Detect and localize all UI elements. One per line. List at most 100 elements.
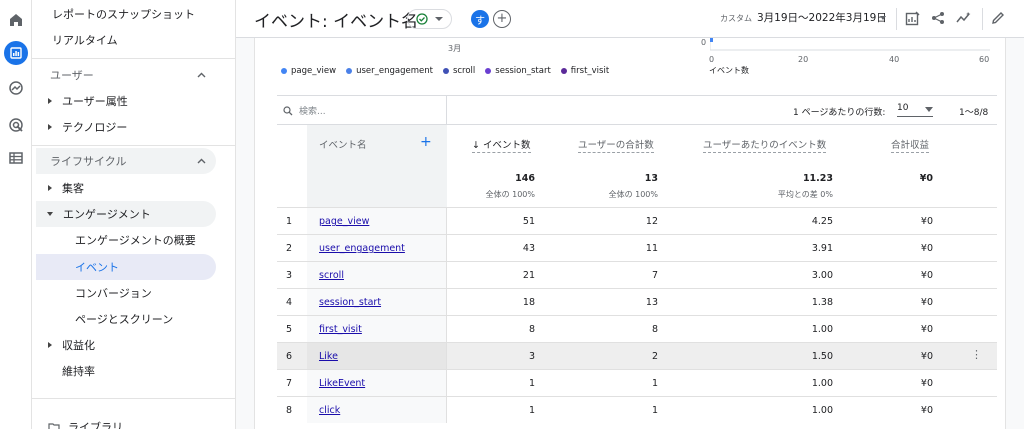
sidebar-section-user[interactable]: ユーザー [36, 62, 216, 88]
column-header-revenue[interactable]: 合計収益 [891, 137, 930, 153]
more-vert-icon[interactable]: ⋮ [971, 348, 982, 361]
reports-icon[interactable] [4, 41, 28, 65]
sidebar-item-library[interactable]: ライブラリ [48, 414, 123, 429]
sidebar-item-engagement-overview[interactable]: エンゲージメントの概要 [75, 227, 196, 253]
legend-item[interactable]: scroll [442, 66, 475, 76]
event-name-link[interactable]: user_engagement [319, 243, 405, 254]
column-header-event-name[interactable]: イベント名 [319, 137, 367, 151]
chart-x-tick: 3月 [448, 44, 462, 53]
row-index: 5 [285, 324, 293, 335]
report-card: 3月 0 0 20 40 60 イベント数 page_view user_eng… [254, 38, 1006, 429]
check-circle-icon [416, 13, 428, 25]
table-toolbar: 検索... 1 ページあたりの行数: 10 1〜8/8 [277, 95, 997, 125]
status-chip[interactable] [407, 9, 452, 29]
row-index: 8 [285, 405, 293, 416]
event-name-link[interactable]: LikeEvent [319, 378, 365, 389]
date-caret-icon[interactable] [880, 16, 886, 20]
avatar[interactable]: す [471, 10, 489, 28]
total-users-cell: 7 [651, 270, 658, 281]
legend-label: user_engagement [356, 66, 433, 76]
search-icon [283, 105, 293, 115]
insights-icon[interactable] [954, 8, 974, 28]
caret-down-icon [47, 212, 53, 216]
rows-per-page-select[interactable]: 10 [897, 101, 933, 117]
table-row[interactable]: 3 scroll 21 7 3.00 ¥0 [277, 261, 997, 288]
arrow-down-icon: ↓ [472, 140, 483, 151]
chart-x-tick: 0 [709, 55, 715, 64]
chart-x-tick: 20 [798, 55, 809, 64]
column-header-total-users[interactable]: ユーザーの合計数 [578, 137, 654, 153]
event-name-link[interactable]: click [319, 405, 340, 416]
revenue-cell: ¥0 [920, 216, 933, 227]
add-comparison-button[interactable]: + [493, 10, 511, 28]
legend-item[interactable]: page_view [281, 66, 336, 76]
table-row[interactable]: 7 LikeEvent 1 1 1.00 ¥0 [277, 369, 997, 396]
sidebar-item-label: 集客 [62, 182, 84, 195]
sidebar-item-retention[interactable]: 維持率 [62, 358, 95, 384]
sidebar-section-lifecycle[interactable]: ライフサイクル [36, 148, 216, 174]
legend-label: first_visit [570, 66, 610, 76]
column-header-event-count[interactable]: ↓ イベント数 [472, 137, 531, 153]
sidebar-item-user-attributes[interactable]: ユーザー属性 [48, 88, 128, 114]
sidebar-item-monetization[interactable]: 収益化 [48, 332, 95, 358]
customize-report-icon[interactable] [902, 8, 922, 28]
table-row[interactable]: 5 first_visit 8 8 1.00 ¥0 [277, 315, 997, 342]
event-name-link[interactable]: session_start [319, 297, 381, 308]
event-name-link[interactable]: page_view [319, 216, 369, 227]
chart-x-tick: 60 [979, 55, 990, 64]
explore-icon[interactable] [4, 76, 28, 100]
legend-item[interactable]: first_visit [560, 66, 610, 76]
share-icon[interactable] [928, 8, 948, 28]
page-title: イベント: イベント名 [254, 12, 419, 32]
date-range-picker[interactable]: 3月19日〜2022年3月19日 [757, 10, 887, 25]
event-name-link[interactable]: Like [319, 351, 338, 362]
table-row[interactable]: 1 page_view 51 12 4.25 ¥0 [277, 207, 997, 234]
total-users-cell: 13 [645, 297, 658, 308]
total-events-per-user-sub: 平均との差 0% [777, 190, 833, 199]
table-row[interactable]: 8 click 1 1 1.00 ¥0 [277, 396, 997, 423]
sidebar-item-pages-screens[interactable]: ページとスクリーン [75, 306, 173, 332]
table-row[interactable]: 6 Like 3 2 1.50 ¥0 ⋮ [277, 342, 997, 369]
events-per-user-cell: 3.91 [811, 243, 833, 254]
configure-icon[interactable] [4, 146, 28, 170]
events-per-user-cell: 1.00 [811, 378, 833, 389]
sidebar-item-acquisition[interactable]: 集客 [48, 175, 84, 201]
events-per-user-cell: 1.00 [811, 324, 833, 335]
advertising-icon[interactable] [4, 113, 28, 137]
header-divider [896, 8, 897, 30]
total-events-per-user: 11.23 [802, 173, 833, 184]
events-per-user-cell: 3.00 [811, 270, 833, 281]
sidebar-item-realtime[interactable]: リアルタイム [52, 27, 118, 53]
event-name-link[interactable]: first_visit [319, 324, 362, 335]
total-event-count-sub: 全体の 100% [485, 190, 535, 199]
revenue-cell: ¥0 [920, 270, 933, 281]
legend-item[interactable]: user_engagement [346, 66, 433, 76]
sidebar-item-events[interactable]: イベント [36, 254, 216, 280]
event-count-cell: 1 [528, 378, 535, 389]
header-divider [982, 8, 983, 30]
sidebar-item-conversions[interactable]: コンバージョン [75, 280, 152, 306]
home-icon[interactable] [4, 8, 28, 32]
event-name-link[interactable]: scroll [319, 270, 344, 281]
search-input[interactable]: 検索... [277, 96, 447, 125]
legend-item[interactable]: session_start [485, 66, 551, 76]
caret-right-icon [48, 98, 52, 104]
table-row[interactable]: 2 user_engagement 43 11 3.91 ¥0 [277, 234, 997, 261]
event-name-cell: click [307, 397, 447, 423]
add-dimension-button[interactable]: + [420, 134, 432, 150]
legend-dot [346, 68, 353, 74]
revenue-cell: ¥0 [920, 243, 933, 254]
edit-pencil-icon[interactable] [988, 8, 1008, 28]
legend-dot [560, 68, 567, 74]
sidebar-item-technology[interactable]: テクノロジー [48, 114, 127, 140]
legend-dot [485, 68, 492, 74]
column-header-events-per-user[interactable]: ユーザーあたりのイベント数 [703, 137, 827, 153]
events-per-user-cell: 1.00 [811, 405, 833, 416]
table-header: イベント名 + ↓ イベント数 ユーザーの合計数 ユーザーあたりのイベント数 合… [277, 125, 997, 207]
sidebar-item-label: ユーザー属性 [62, 95, 128, 108]
revenue-cell: ¥0 [920, 297, 933, 308]
event-count-cell: 43 [522, 243, 535, 254]
sidebar-item-engagement[interactable]: エンゲージメント [36, 201, 216, 227]
table-row[interactable]: 4 session_start 18 13 1.38 ¥0 [277, 288, 997, 315]
sidebar-item-snapshot[interactable]: レポートのスナップショット [52, 1, 195, 27]
